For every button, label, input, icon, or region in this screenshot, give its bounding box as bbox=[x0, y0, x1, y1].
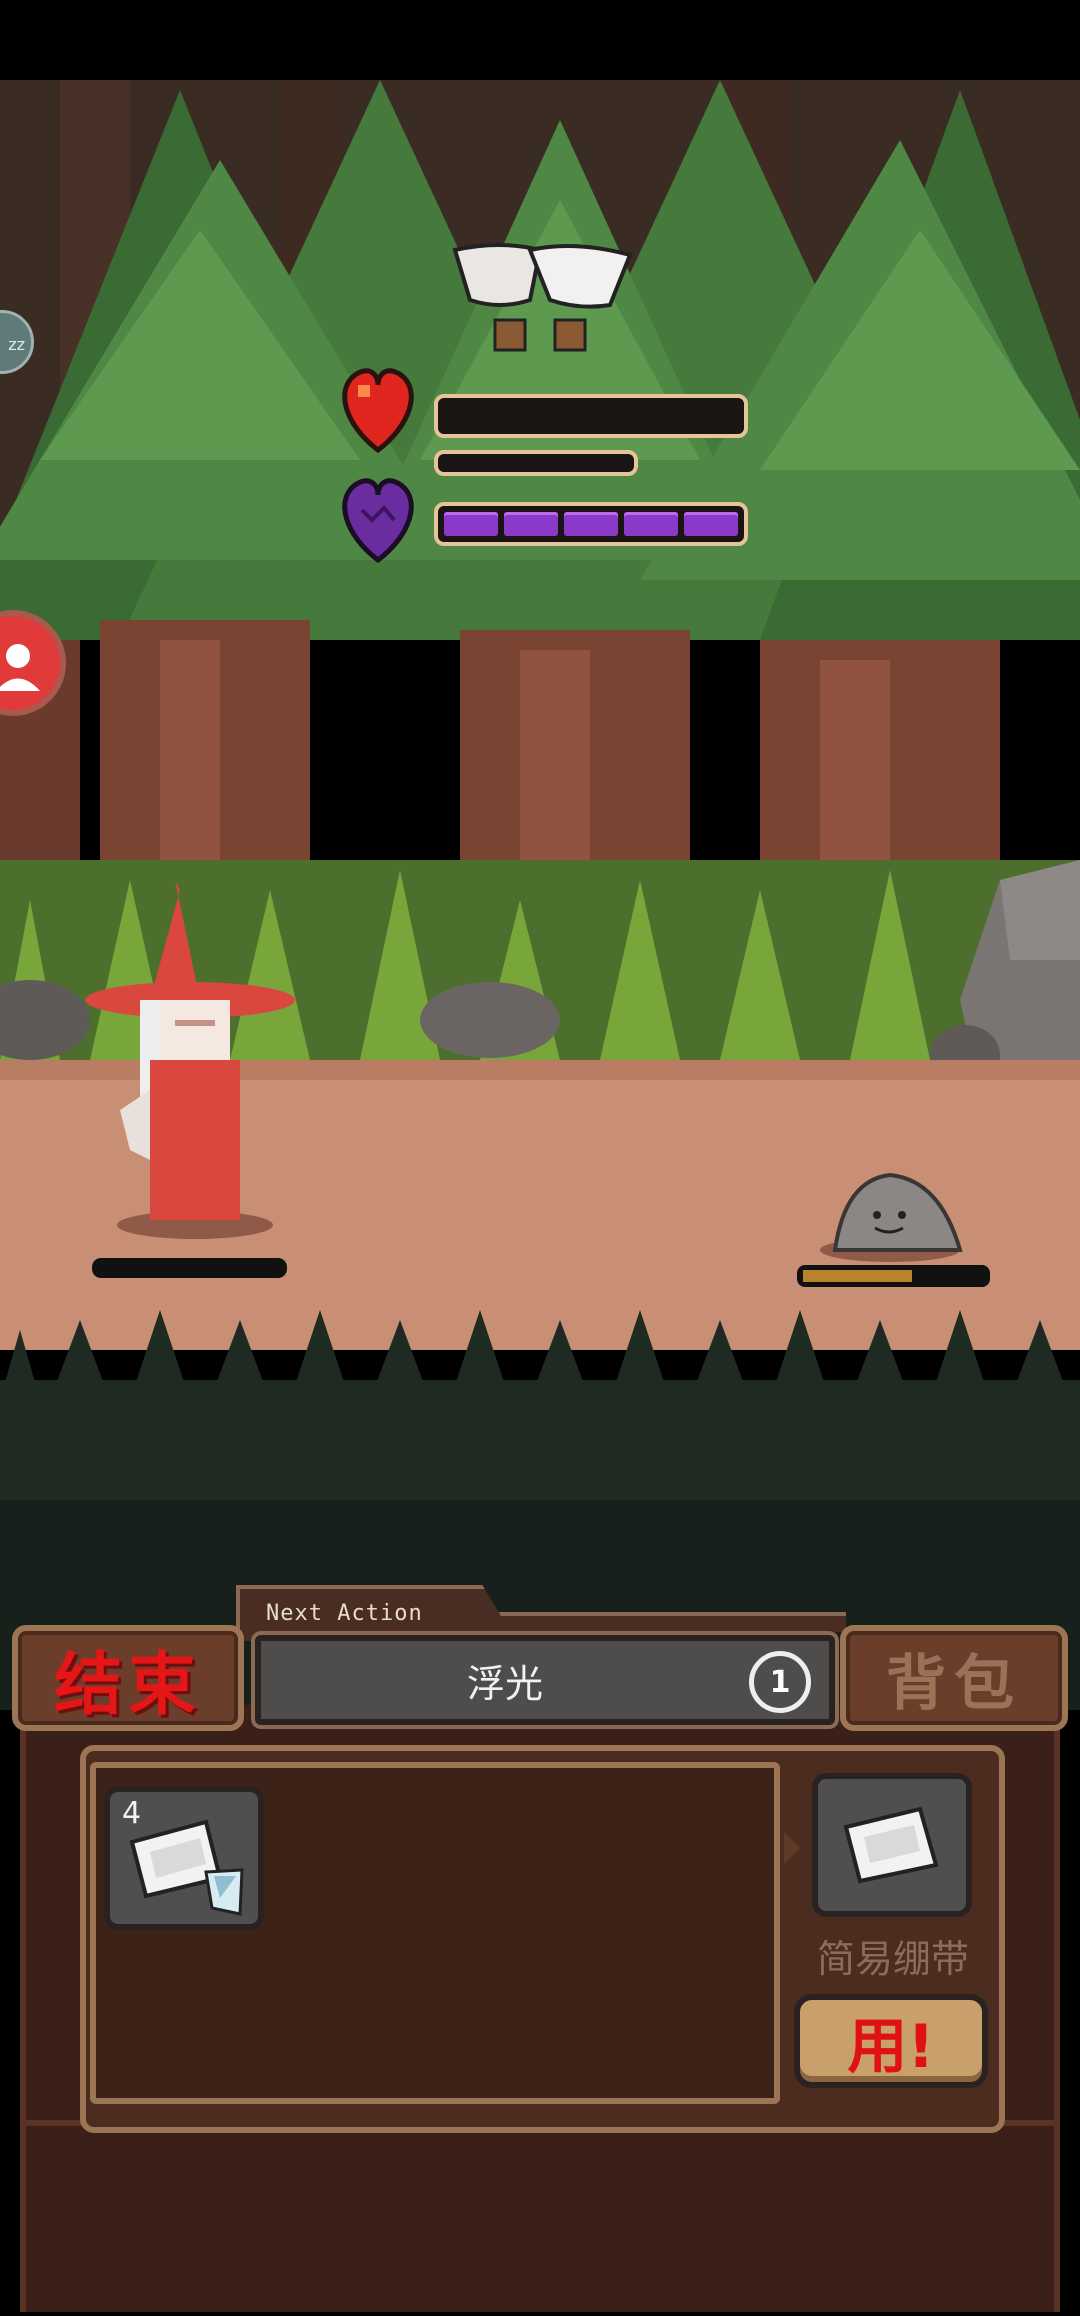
use-label: 用! bbox=[847, 2011, 935, 2082]
profile-button[interactable] bbox=[0, 610, 66, 716]
next-action-tab: Next Action bbox=[236, 1585, 516, 1641]
mana-segment bbox=[624, 512, 678, 536]
status-bar bbox=[0, 0, 1080, 80]
selected-item-slot bbox=[812, 1773, 972, 1917]
cycle-icon: 1 bbox=[749, 1651, 811, 1713]
mana-segment bbox=[444, 512, 498, 536]
health-bar bbox=[434, 394, 748, 438]
backpack-button[interactable]: 背包 bbox=[840, 1625, 1068, 1731]
enemy-hp-fill bbox=[803, 1270, 912, 1282]
mana-bar bbox=[434, 502, 748, 546]
sleep-label: zz bbox=[8, 335, 25, 354]
selection-arrow-icon bbox=[784, 1832, 800, 1864]
item-count: 4 bbox=[122, 1796, 142, 1831]
mana-segment bbox=[684, 512, 738, 536]
end-turn-button[interactable]: 结束 bbox=[12, 1625, 244, 1731]
selected-item-name: 简易绷带 bbox=[816, 1937, 969, 1981]
mana-segment bbox=[504, 512, 558, 536]
person-icon bbox=[0, 644, 40, 691]
bandage-icon bbox=[843, 1806, 939, 1884]
end-turn-label: 结束 bbox=[53, 1645, 202, 1725]
mana-segment bbox=[564, 512, 618, 536]
next-action-label: Next Action bbox=[266, 1601, 423, 1626]
mana-fill bbox=[444, 512, 738, 536]
next-action-box[interactable]: 浮光 1 bbox=[255, 1635, 835, 1725]
inventory-slot[interactable]: 4 bbox=[104, 1786, 264, 1930]
armor-bar bbox=[434, 450, 638, 476]
use-button[interactable]: 用! bbox=[794, 1994, 988, 2088]
cycle-count: 1 bbox=[769, 1664, 791, 1700]
player-hp-bar bbox=[92, 1258, 287, 1278]
current-action-name: 浮光 bbox=[466, 1661, 543, 1706]
backpack-label: 背包 bbox=[886, 1648, 1022, 1719]
